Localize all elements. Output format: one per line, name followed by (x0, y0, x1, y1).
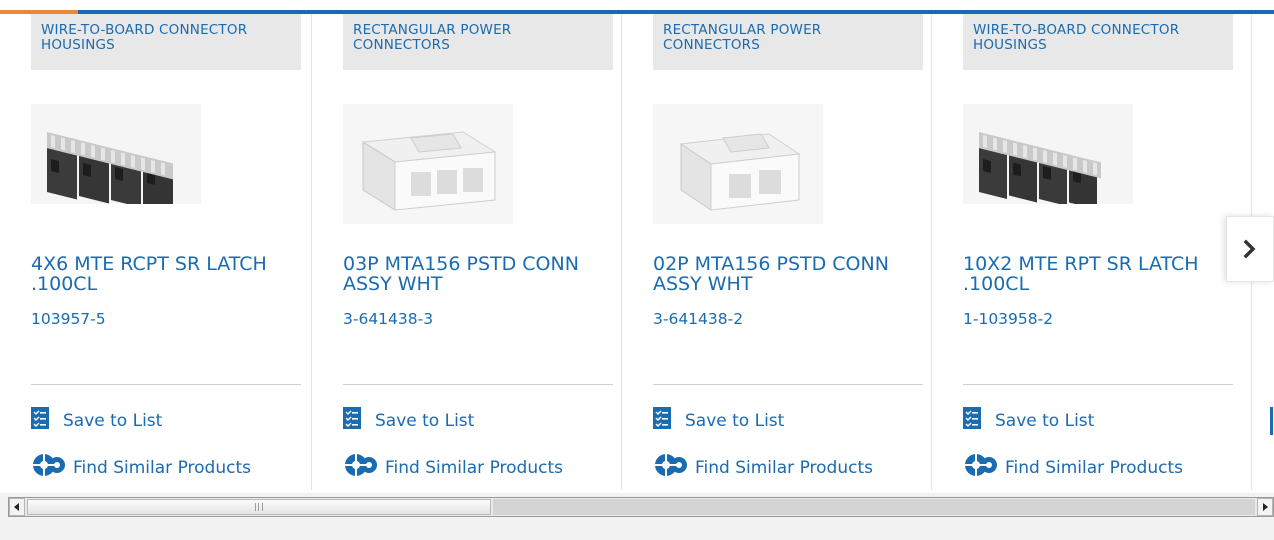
product-title-link[interactable]: 02P MTA156 PSTD CONN ASSY WHT (653, 254, 923, 294)
save-to-list-button[interactable]: Save to List (343, 407, 474, 434)
save-to-list-label: Save to List (685, 410, 785, 431)
card-divider (653, 384, 923, 385)
product-image[interactable] (343, 104, 613, 224)
product-category-label[interactable]: WIRE-TO-BOARD CONNECTOR HOUSINGS (963, 14, 1233, 70)
multi-housing-connector-icon (963, 104, 1133, 210)
find-similar-label: Find Similar Products (73, 457, 251, 478)
horizontal-scrollbar[interactable] (8, 497, 1274, 517)
find-similar-label: Find Similar Products (695, 457, 873, 478)
product-category-label[interactable]: RECTANGULAR POWER CONNECTORS (343, 14, 613, 70)
find-similar-button[interactable]: Find Similar Products (343, 452, 563, 483)
save-to-list-button[interactable]: Save to List (963, 407, 1094, 434)
multi-housing-connector-icon (31, 104, 201, 212)
product-title-link[interactable]: 03P MTA156 PSTD CONN ASSY WHT (343, 254, 613, 294)
checklist-icon (343, 407, 361, 434)
product-image[interactable] (31, 104, 301, 224)
product-category-label[interactable]: WIRE-TO-BOARD CONNECTOR HOUSINGS (31, 14, 301, 70)
find-similar-button[interactable]: Find Similar Products (963, 452, 1183, 483)
checklist-icon (31, 407, 49, 434)
find-similar-label: Find Similar Products (385, 457, 563, 478)
checklist-icon (1270, 407, 1273, 435)
save-to-list-button[interactable]: Save to List (31, 407, 162, 434)
card-divider (963, 384, 1233, 385)
gears-icon (653, 452, 689, 483)
white-power-connector-icon (653, 104, 823, 224)
card-divider (343, 384, 613, 385)
find-similar-button[interactable]: Find Similar Products (653, 452, 873, 483)
product-card: WIRE-TO-BOARD CONNECTOR HOUSINGS (931, 14, 1242, 490)
product-part-number-link[interactable]: 1-103958-2 (963, 310, 1053, 328)
gears-icon (343, 452, 379, 483)
checklist-icon (963, 407, 981, 434)
product-title-link[interactable]: 4X6 MTE RCPT SR LATCH .100CL (31, 254, 301, 294)
product-image[interactable] (963, 104, 1233, 224)
product-card: WIRE-TO-BOARD CONNECTOR HOUSINGS (0, 14, 310, 490)
scrollbar-track[interactable] (493, 499, 1255, 515)
carousel-next-button[interactable] (1226, 216, 1274, 282)
scroll-left-arrow[interactable] (9, 498, 25, 516)
save-to-list-label: Save to List (63, 410, 163, 431)
product-part-number-link[interactable]: 3-641438-3 (343, 310, 433, 328)
save-to-list-button[interactable]: Save to List (653, 407, 784, 434)
product-image[interactable] (653, 104, 923, 224)
find-similar-button[interactable]: Find Similar Products (31, 452, 251, 483)
gears-icon (31, 452, 67, 483)
white-power-connector-icon (343, 104, 513, 224)
triangle-right-icon (1263, 503, 1268, 511)
product-carousel: WIRE-TO-BOARD CONNECTOR HOUSINGS 4X6 MTE… (0, 0, 1274, 493)
grip-icon (255, 503, 263, 511)
chevron-right-icon (1243, 239, 1256, 259)
card-divider (31, 384, 301, 385)
product-card: RECTANGULAR POWER CONNECTORS 02P MTA156 … (621, 14, 932, 490)
product-part-number-link[interactable]: 103957-5 (31, 310, 106, 328)
product-part-number-link[interactable]: 3-641438-2 (653, 310, 743, 328)
save-to-list-label: Save to List (375, 410, 475, 431)
scrollbar-thumb[interactable] (27, 499, 491, 515)
product-category-label[interactable]: RECTANGULAR POWER CONNECTORS (653, 14, 923, 70)
product-card: RECTANGULAR POWER CONNECTORS 03P MTA156 … (311, 14, 622, 490)
scroll-right-arrow[interactable] (1257, 498, 1273, 516)
gears-icon (963, 452, 999, 483)
checklist-icon (653, 407, 671, 434)
find-similar-label: Find Similar Products (1005, 457, 1183, 478)
save-to-list-label: Save to List (995, 410, 1095, 431)
product-title-link[interactable]: 10X2 MTE RPT SR LATCH .100CL (963, 254, 1233, 294)
triangle-left-icon (14, 503, 19, 511)
